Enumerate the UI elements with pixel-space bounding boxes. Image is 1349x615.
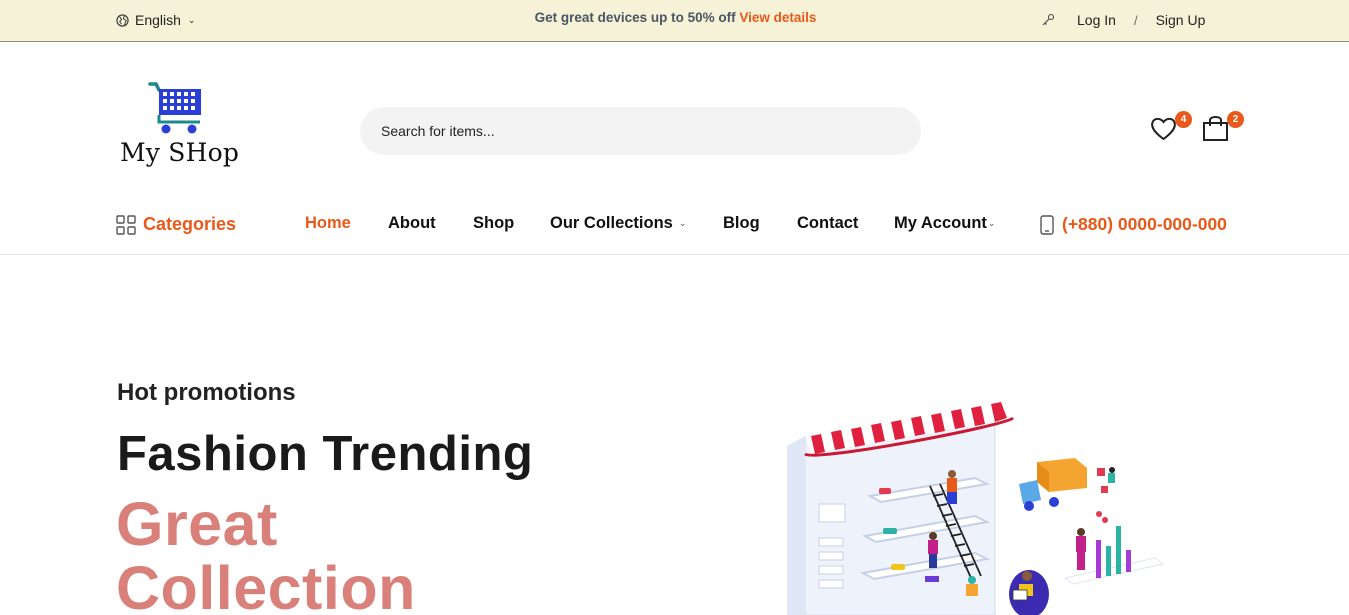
hero-kicker: Hot promotions (117, 379, 296, 406)
hero-highlight: Great Collection (116, 492, 536, 615)
hero-title: Fashion Trending (117, 427, 534, 481)
nav-label: My Account (894, 214, 987, 232)
chevron-down-icon: ⌄ (987, 218, 996, 228)
delivery-truck (1019, 458, 1087, 511)
nav-label: About (388, 214, 436, 232)
nav-label: Home (305, 214, 351, 232)
categories-label: Categories (143, 214, 237, 234)
signup-link[interactable]: Sign Up (1156, 12, 1206, 28)
phone-icon (1040, 214, 1054, 235)
logo-text: My SHop (120, 138, 240, 167)
top-bar: English ⌄ Get great devices up to 50% of… (0, 0, 1349, 42)
nav-item-our-collections[interactable]: Our Collections ⌄ (550, 214, 686, 233)
nav-label: Shop (473, 214, 515, 232)
auth-separator: / (1133, 12, 1138, 28)
cart-count-badge: 2 (1227, 111, 1244, 128)
shopping-bag-icon (1203, 116, 1228, 141)
heart-icon (1151, 117, 1176, 141)
hero-highlight-text: Great Collection (116, 490, 416, 615)
nav-item-shop[interactable]: Shop (473, 214, 514, 233)
wishlist-count-badge: 4 (1175, 111, 1192, 128)
nav-label: Blog (723, 214, 760, 232)
support-phone[interactable]: (+880) 0000-000-000 (1040, 214, 1227, 235)
nav-item-about[interactable]: About (388, 214, 436, 233)
nav-item-contact[interactable]: Contact (797, 214, 858, 233)
cart-button[interactable]: 2 (1202, 111, 1244, 147)
site-logo[interactable]: My SHop (116, 80, 240, 175)
main-navigation: Categories Home About Shop Our Collectio… (0, 200, 1349, 255)
nav-label: Our Collections (550, 214, 673, 232)
wishlist-button[interactable]: 4 (1150, 111, 1192, 146)
grid-icon (116, 214, 136, 235)
nav-item-my-account[interactable]: My Account ⌄ (894, 214, 995, 233)
key-icon (1041, 13, 1055, 27)
nav-label: Contact (797, 214, 859, 232)
login-link[interactable]: Log In (1077, 12, 1116, 28)
chevron-down-icon: ⌄ (678, 218, 687, 228)
cart-logo-icon (148, 82, 201, 134)
search-input[interactable] (360, 107, 921, 155)
nav-item-home[interactable]: Home (305, 214, 351, 233)
phone-number: (+880) 0000-000-000 (1062, 214, 1227, 234)
hero-illustration (787, 400, 1165, 615)
promo-text: Get great devices up to 50% off (534, 10, 736, 25)
promo-view-details-link[interactable]: View details (739, 10, 816, 25)
nav-item-blog[interactable]: Blog (723, 214, 760, 233)
auth-links: Log In / Sign Up (1041, 12, 1205, 28)
categories-button[interactable]: Categories (116, 214, 236, 235)
